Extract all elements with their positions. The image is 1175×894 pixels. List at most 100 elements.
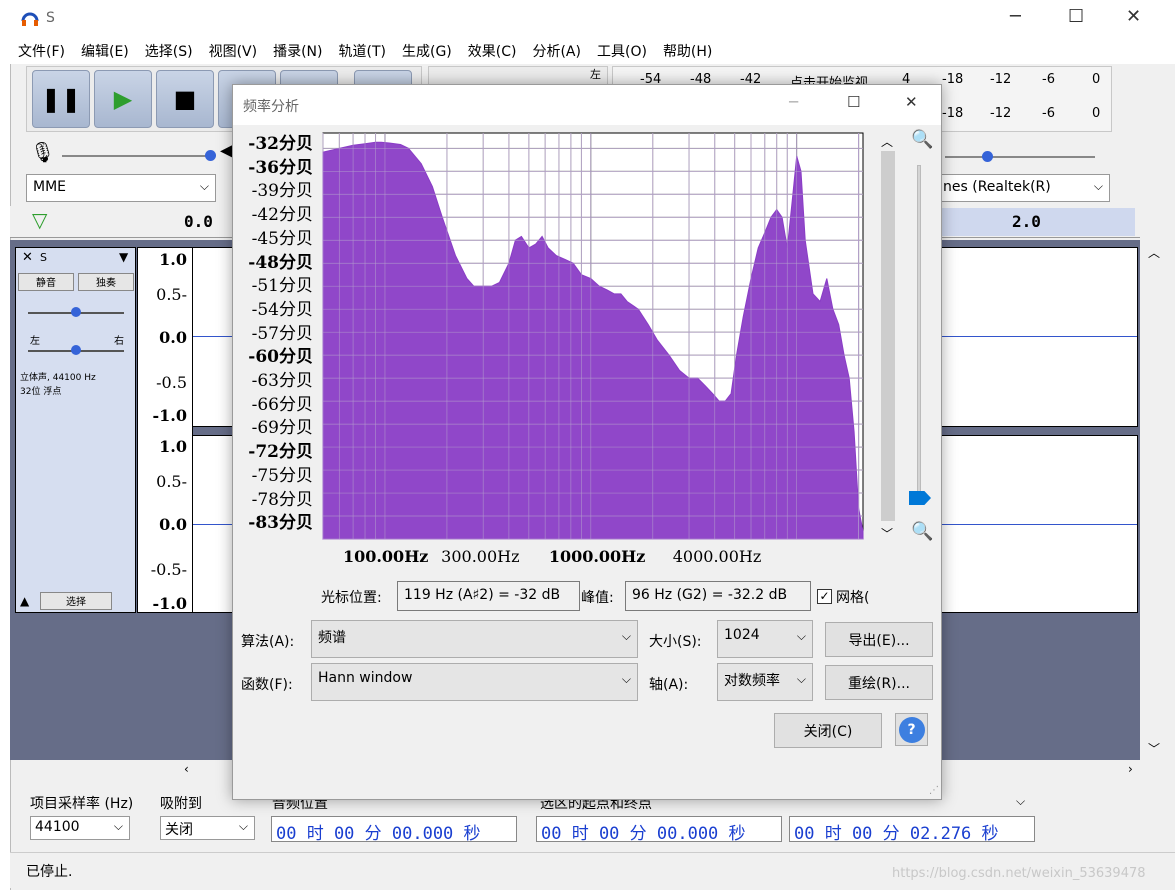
collapse-icon[interactable]: ▲	[20, 594, 29, 608]
status-text: 已停止.	[26, 864, 73, 880]
scroll-left-icon[interactable]: ‹	[184, 762, 189, 776]
close-button[interactable]: 关闭(C)	[774, 713, 882, 748]
menu-item[interactable]: 轨道(T)	[339, 41, 386, 61]
dialog-title-bar: 频率分析	[233, 85, 941, 125]
y-tick-label: -75分贝	[251, 465, 313, 486]
menu-item[interactable]: 生成(G)	[402, 41, 452, 61]
record-volume-slider[interactable]	[62, 155, 212, 157]
menu-item[interactable]: 工具(O)	[597, 41, 647, 61]
y-tick-label: -83分贝	[248, 513, 313, 534]
zoom-in-icon[interactable]: 🔍	[911, 129, 933, 150]
track-scale-label: 1.0	[159, 437, 187, 456]
gain-thumb[interactable]	[71, 307, 81, 317]
y-tick-label: -57分贝	[251, 323, 313, 344]
grid-label[interactable]: 网格(	[836, 587, 869, 607]
playback-volume-slider[interactable]	[945, 156, 1095, 158]
timeline-start: 0.0	[184, 212, 213, 231]
zoom-out-icon[interactable]: 🔍	[911, 521, 933, 542]
menu-item[interactable]: 分析(A)	[532, 41, 581, 61]
menu-item[interactable]: 编辑(E)	[81, 41, 129, 61]
meter-tick: -6	[1042, 72, 1055, 87]
menu-item[interactable]: 视图(V)	[209, 41, 258, 61]
track-select-button[interactable]: 选择	[40, 592, 112, 610]
chevron-down-icon: ⌵	[621, 629, 631, 643]
cursor-value: 119 Hz (A♯2) = -32 dB	[397, 581, 580, 611]
solo-button[interactable]: 独奏	[78, 273, 134, 291]
y-tick-label: -72分贝	[248, 442, 313, 463]
plot-scroll-down-icon[interactable]: ﹀	[881, 525, 893, 542]
y-tick-label: -51分贝	[251, 276, 313, 297]
resize-grip-icon[interactable]: ⋰	[929, 785, 939, 796]
menu-item[interactable]: 选择(S)	[145, 41, 193, 61]
track-close-icon[interactable]: ✕	[22, 250, 33, 265]
pan-thumb[interactable]	[71, 345, 81, 355]
audio-host-select[interactable]: MME ⌵	[26, 174, 216, 202]
track-scale-label: 0.0	[159, 515, 187, 534]
microphone-icon: 🎙	[30, 140, 56, 164]
y-tick-label: -78分贝	[251, 489, 313, 510]
snap-select[interactable]: 关闭 ⌵	[160, 816, 255, 840]
peak-value: 96 Hz (G2) = -32.2 dB	[625, 581, 811, 611]
dialog-maximize-icon[interactable]: ☐	[847, 93, 860, 111]
dialog-title: 频率分析	[243, 99, 299, 115]
timeline-pin-icon[interactable]: ▽	[32, 208, 47, 232]
algorithm-select[interactable]: 频谱 ⌵	[311, 620, 638, 658]
plot-scroll-thumb[interactable]	[881, 151, 895, 521]
menu-item[interactable]: 播录(N)	[273, 41, 322, 61]
stop-button[interactable]: ■	[156, 70, 214, 128]
audio-host-value: MME	[33, 179, 67, 195]
play-button[interactable]: ▶	[94, 70, 152, 128]
vertical-scrollbar[interactable]	[1142, 240, 1164, 760]
meter-tick: 0	[1092, 106, 1101, 121]
plot-scroll-up-icon[interactable]: ︿	[881, 133, 893, 150]
y-tick-label: -32分贝	[248, 134, 313, 154]
minimize-icon[interactable]: ─	[1010, 6, 1021, 27]
scroll-down-icon[interactable]: ﹀	[1148, 740, 1160, 757]
y-tick-label: -45分贝	[251, 228, 313, 249]
scroll-up-icon[interactable]: ︿	[1148, 244, 1160, 261]
record-volume-thumb[interactable]	[205, 150, 216, 161]
track-control-panel[interactable]: ✕ S ▼ 静音 独奏 左 右 立体声, 44100 Hz 32位 浮点 ▲ 选…	[15, 247, 136, 613]
zoom-slider-thumb[interactable]	[909, 491, 931, 505]
track-menu-icon[interactable]: ▼	[119, 250, 128, 264]
help-button[interactable]: ?	[895, 713, 928, 746]
meter-tick: -18	[942, 72, 964, 87]
window-title: S	[46, 10, 55, 26]
output-device-select[interactable]: nes (Realtek(R) ⌵	[938, 174, 1110, 202]
export-button[interactable]: 导出(E)...	[825, 622, 933, 657]
selection-end-time[interactable]: 00 时 00 分 02.276 秒	[789, 816, 1035, 842]
function-select[interactable]: Hann window ⌵	[311, 663, 638, 701]
spectrum-plot[interactable]	[321, 131, 877, 543]
maximize-icon[interactable]: ☐	[1068, 6, 1084, 27]
x-tick-label: 1000.00Hz	[548, 547, 646, 566]
rate-label: 项目采样率 (Hz)	[30, 796, 134, 812]
replot-button[interactable]: 重绘(R)...	[825, 665, 933, 700]
frequency-analysis-dialog[interactable]: 频率分析 ─ ☐ ✕ -32分贝 -36分贝 -39分贝 -42分贝 -45分贝 -48分…	[232, 84, 942, 800]
y-tick-label: -66分贝	[251, 394, 313, 415]
mute-button[interactable]: 静音	[18, 273, 74, 291]
close-icon[interactable]: ✕	[1126, 6, 1141, 27]
playback-volume-thumb[interactable]	[982, 151, 993, 162]
grid-checkbox[interactable]: ✓	[817, 589, 832, 604]
cursor-label: 光标位置:	[321, 590, 382, 606]
size-select[interactable]: 1024 ⌵	[717, 620, 813, 658]
track-info-line2: 32位 浮点	[20, 387, 62, 397]
menu-item[interactable]: 效果(C)	[468, 41, 517, 61]
selection-start-time[interactable]: 00 时 00 分 00.000 秒	[536, 816, 782, 842]
axis-select[interactable]: 对数频率 ⌵	[717, 663, 813, 701]
size-value: 1024	[724, 627, 760, 643]
audio-position-time[interactable]: 00 时 00 分 00.000 秒	[271, 816, 517, 842]
dialog-close-icon[interactable]: ✕	[905, 93, 918, 111]
track-name[interactable]: S	[40, 251, 47, 264]
pause-button[interactable]: ❚❚	[32, 70, 90, 128]
chevron-down-icon: ⌵	[238, 819, 248, 833]
scroll-right-icon[interactable]: ›	[1128, 762, 1133, 776]
chevron-down-icon: ⌵	[796, 629, 806, 643]
pan-right-label: 右	[114, 336, 124, 347]
dialog-minimize-icon[interactable]: ─	[789, 93, 798, 111]
zoom-slider-track[interactable]	[917, 165, 921, 505]
selection-mode-dropdown-icon[interactable]: ⌵	[1016, 794, 1025, 809]
menu-item[interactable]: 帮助(H)	[663, 41, 712, 61]
menu-item[interactable]: 文件(F)	[18, 41, 65, 61]
rate-select[interactable]: 44100 ⌵	[30, 816, 130, 840]
